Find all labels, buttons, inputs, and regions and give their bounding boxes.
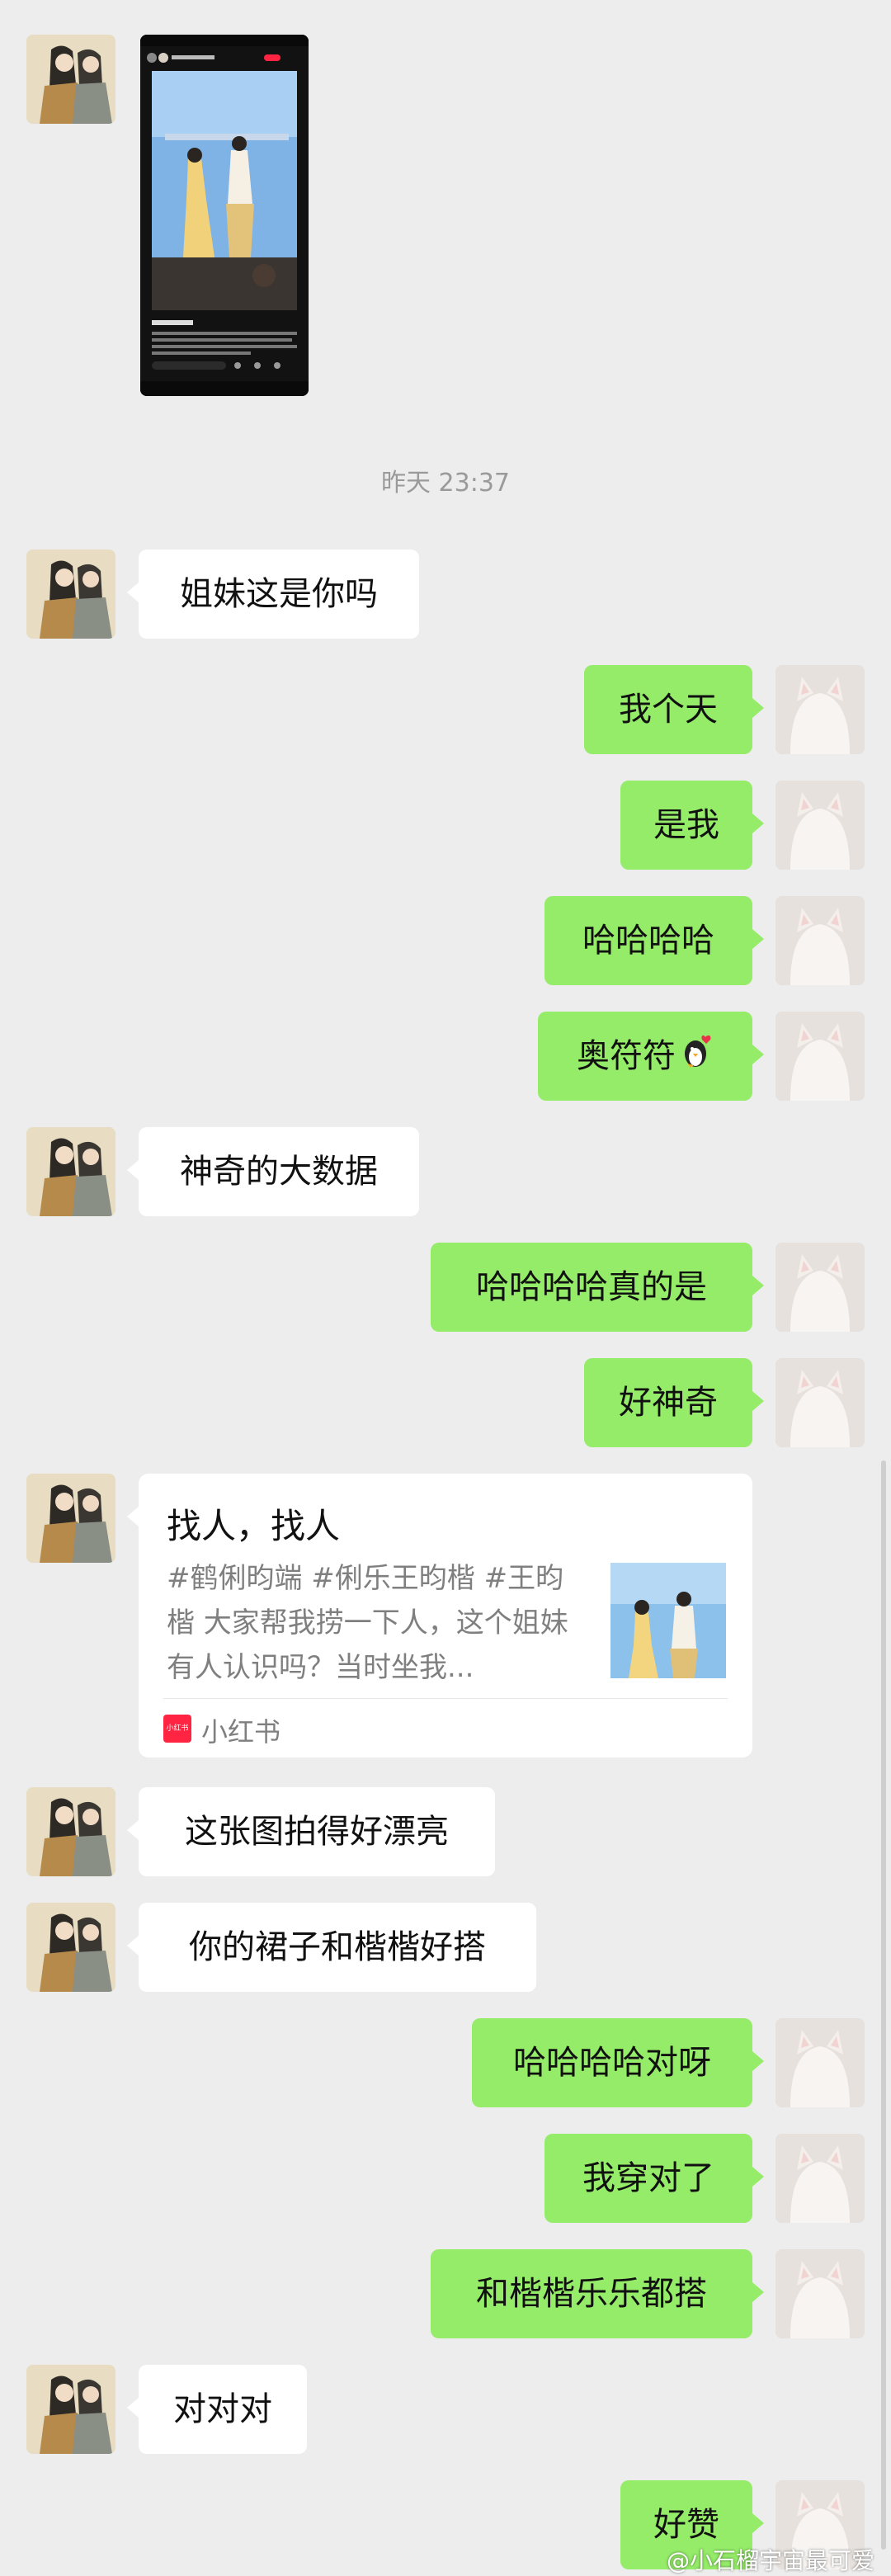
received-message-bubble[interactable]: 姐妹这是你吗 <box>127 550 419 639</box>
screenshot-image[interactable] <box>140 35 309 396</box>
message-text: 是我 <box>653 806 719 844</box>
card-divider <box>163 1698 728 1699</box>
message-text: 哈哈哈哈对呀 <box>513 2044 711 2082</box>
message-text: 和楷楷乐乐都搭 <box>476 2275 707 2313</box>
sent-message-bubble[interactable]: 我穿对了 <box>544 2134 764 2223</box>
received-message-bubble[interactable]: 神奇的大数据 <box>127 1127 419 1216</box>
contact-avatar[interactable] <box>26 35 116 124</box>
message-text: 这张图拍得好漂亮 <box>185 1813 449 1851</box>
sent-message-bubble[interactable]: 我个天 <box>584 665 764 754</box>
message-text: 奥符符 <box>577 1037 676 1075</box>
my-avatar[interactable] <box>776 1243 865 1332</box>
message-text: 哈哈哈哈 <box>582 922 714 960</box>
my-avatar[interactable] <box>776 2134 865 2223</box>
contact-avatar[interactable] <box>26 550 116 639</box>
card-source-name: 小红书 <box>201 1716 281 1748</box>
card-title: 找人，找人 <box>167 1506 341 1546</box>
message-text: 好神奇 <box>619 1384 718 1422</box>
scrollbar[interactable] <box>881 1460 886 2550</box>
my-avatar[interactable] <box>776 1358 865 1447</box>
message-text: 神奇的大数据 <box>180 1153 378 1191</box>
sent-message-bubble[interactable]: 哈哈哈哈 <box>544 896 764 985</box>
message-text: 你的裙子和楷楷好搭 <box>189 1928 486 1966</box>
message-text: 姐妹这是你吗 <box>180 575 378 613</box>
sent-message-bubble[interactable]: 是我 <box>620 781 764 870</box>
sent-message-bubble[interactable]: 好神奇 <box>584 1358 764 1447</box>
my-avatar[interactable] <box>776 2249 865 2338</box>
contact-avatar[interactable] <box>26 2365 116 2454</box>
card-description: #鹤俐昀端 #俐乐王昀楷 #王昀楷 大家帮我捞一下人，这个姐妹有人认识吗？当时坐… <box>167 1562 568 1684</box>
message-text: 好赞 <box>653 2506 719 2544</box>
my-avatar[interactable] <box>776 1012 865 1101</box>
my-avatar[interactable] <box>776 781 865 870</box>
contact-avatar[interactable] <box>26 1127 116 1216</box>
contact-avatar[interactable] <box>26 1787 116 1876</box>
sent-message-bubble[interactable]: 奥符符 <box>538 1012 764 1102</box>
my-avatar[interactable] <box>776 665 865 754</box>
message-text: 我个天 <box>619 691 718 729</box>
my-avatar[interactable] <box>776 2018 865 2107</box>
xiaohongshu-logo-icon: 小红书 <box>163 1715 191 1743</box>
sent-message-bubble[interactable]: 哈哈哈哈真的是 <box>431 1243 764 1332</box>
message-text: 我穿对了 <box>582 2159 714 2197</box>
received-message-bubble[interactable]: 你的裙子和楷楷好搭 <box>127 1903 536 1992</box>
card-thumbnail <box>610 1563 726 1678</box>
shared-link-card[interactable]: 找人，找人 #鹤俐昀端 #俐乐王昀楷 #王昀楷 大家帮我捞一下人，这个姐妹有人认… <box>127 1474 752 1757</box>
message-timestamp: 昨天 23:37 <box>381 469 510 498</box>
message-text: 对对对 <box>173 2390 272 2428</box>
contact-avatar[interactable] <box>26 1474 116 1563</box>
received-message-bubble[interactable]: 这张图拍得好漂亮 <box>127 1787 495 1876</box>
my-avatar[interactable] <box>776 896 865 985</box>
received-message-bubble[interactable]: 对对对 <box>127 2365 307 2454</box>
sent-message-bubble[interactable]: 和楷楷乐乐都搭 <box>431 2249 764 2338</box>
penguin-emoji-icon <box>681 1013 714 1102</box>
message-text: 哈哈哈哈真的是 <box>476 1268 707 1306</box>
contact-avatar[interactable] <box>26 1903 116 1992</box>
sent-message-bubble[interactable]: 哈哈哈哈对呀 <box>472 2018 764 2107</box>
weibo-watermark: @小石榴宇宙最可爱 <box>666 2547 874 2574</box>
